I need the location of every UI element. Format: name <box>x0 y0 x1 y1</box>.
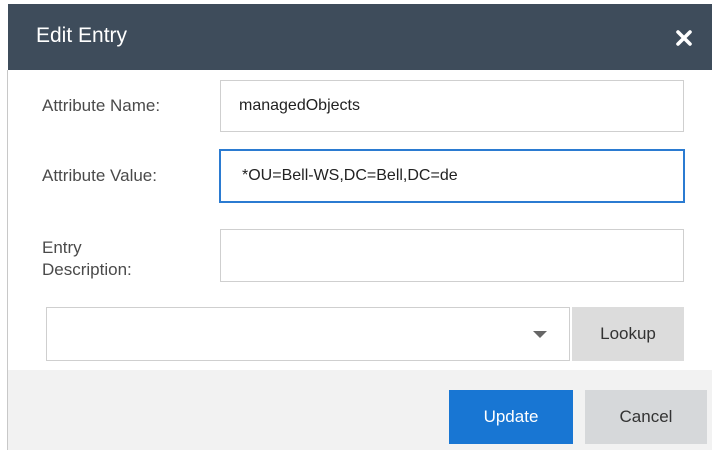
edit-entry-dialog: Edit Entry Attribute Name: Attribute Val… <box>8 0 712 450</box>
entry-description-label-line1: Entry <box>42 238 82 257</box>
entry-description-label: Entry Description: <box>42 237 132 281</box>
cancel-button[interactable]: Cancel <box>585 390 707 444</box>
attribute-name-label: Attribute Name: <box>42 96 161 115</box>
attribute-value-input[interactable] <box>219 149 685 203</box>
update-button[interactable]: Update <box>449 390 573 444</box>
close-button[interactable] <box>670 24 698 52</box>
lookup-button[interactable]: Lookup <box>572 307 684 361</box>
close-icon <box>676 30 692 46</box>
entry-description-label-line2: Description: <box>42 260 132 279</box>
entry-description-input[interactable] <box>220 229 684 282</box>
dialog-titlebar: Edit Entry <box>8 4 712 70</box>
attribute-value-label: Attribute Value: <box>42 166 157 185</box>
attribute-name-input[interactable] <box>220 80 684 132</box>
dialog-title: Edit Entry <box>36 24 128 47</box>
chevron-down-icon <box>533 331 547 338</box>
attribute-select[interactable] <box>46 307 570 361</box>
